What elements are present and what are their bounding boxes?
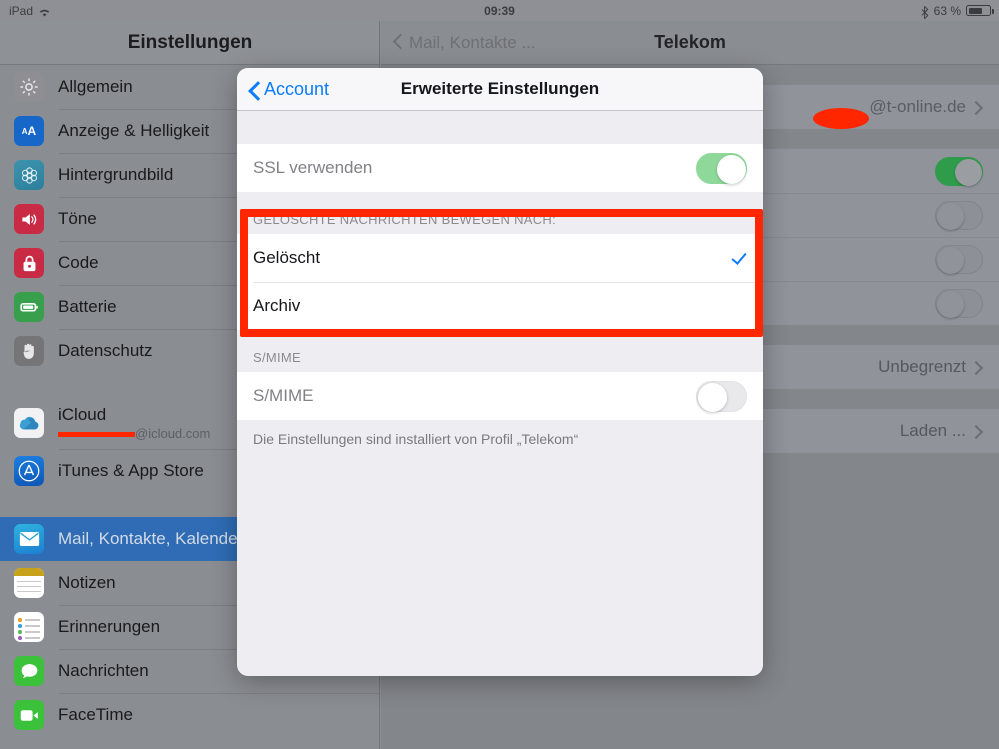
icloud-icon [14,408,44,438]
smime-label: S/MIME [253,386,314,405]
sidebar-item-label: Anzeige & Helligkeit [58,121,210,140]
detail-account-email-suffix: @t-online.de [869,97,966,116]
detail-value: Laden ... [899,421,966,440]
modal-top-spacer [237,111,763,144]
sidebar-item-sublabel: @icloud.com [58,426,210,441]
detail-value: Unbegrenzt [878,357,966,376]
sidebar-title: Einstellungen [127,31,253,53]
option-row-geloescht[interactable]: Gelöscht [237,234,763,282]
detail-nav-bar: Mail, Kontakte ... Telekom [381,21,999,65]
app-store-icon [14,456,44,486]
clock: 09:39 [484,3,515,18]
chevron-right-icon [974,360,983,375]
deleted-messages-options: Gelöscht Archiv [237,234,763,330]
sidebar-item-label: Nachrichten [58,661,149,680]
checkmark-icon [731,250,747,266]
sidebar-item-label: Notizen [58,573,116,592]
chevron-right-icon [974,100,983,115]
modal-nav-bar: Account Erweiterte Einstellungen [237,68,763,111]
redaction-oval [813,108,870,129]
detail-toggle[interactable] [935,200,983,230]
mail-icon [14,524,44,554]
facetime-icon [14,700,44,730]
sidebar-item-label: Hintergrundbild [58,165,174,184]
status-bar: iPad 09:39 63 % [0,0,999,21]
sidebar-nav-bar: Einstellungen [0,21,379,65]
option-label: Archiv [253,296,301,315]
battery-percent-label: 63 % [933,3,961,18]
sidebar-item-label: iTunes & App Store [58,461,204,480]
detail-toggle[interactable] [935,244,983,274]
sidebar-item-icloud-text: iCloud @icloud.com [58,405,210,441]
text-size-icon: AA [14,116,44,146]
modal-title: Erweiterte Einstellungen [400,79,600,98]
chevron-right-icon [974,424,983,439]
modal-ssl-group: SSL verwenden [237,144,763,192]
speaker-icon [14,204,44,234]
sidebar-item-label: Batterie [58,297,117,316]
sidebar-item-facetime[interactable]: FaceTime [0,693,379,737]
wallpaper-icon [14,160,44,190]
sidebar-item-label: FaceTime [58,705,133,724]
detail-toggle[interactable] [935,288,983,318]
ssl-row[interactable]: SSL verwenden [237,144,763,192]
detail-toggle[interactable] [935,156,983,186]
sidebar-item-label: Allgemein [58,77,133,96]
smime-group: S/MIME [237,372,763,420]
icloud-email-suffix: @icloud.com [135,426,211,441]
redaction-bar [58,432,135,437]
advanced-settings-modal: Account Erweiterte Einstellungen SSL ver… [237,68,763,676]
smime-toggle[interactable] [696,380,747,412]
ssl-label: SSL verwenden [253,158,373,177]
deleted-messages-section-header: GELÖSCHTE NACHRICHTEN BEWEGEN NACH: [237,192,763,234]
battery-icon [966,5,994,16]
hand-icon [14,336,44,366]
sidebar-item-label: Töne [58,209,97,228]
reminders-icon [14,612,44,642]
bluetooth-icon [921,4,929,20]
sidebar-item-label: Datenschutz [58,341,153,360]
option-row-archiv[interactable]: Archiv [237,282,763,330]
battery-icon [14,292,44,322]
sidebar-item-label: Code [58,253,99,272]
option-label: Gelöscht [253,248,321,267]
gear-icon [14,72,44,102]
modal-footer-note: Die Einstellungen sind installiert von P… [237,420,763,449]
smime-row[interactable]: S/MIME [237,372,763,420]
notes-icon [14,568,44,598]
sidebar-item-label: Erinnerungen [58,617,161,636]
ipad-settings-screen: iPad 09:39 63 % Einstellungen Allgemein [0,0,999,749]
sidebar-item-label: Mail, Kontakte, Kalender [58,529,244,548]
status-bar-right: 63 % [921,3,994,20]
detail-account-email: @t-online.de [781,97,966,129]
messages-icon [14,656,44,686]
detail-title: Telekom [654,32,726,52]
smime-section-header: S/MIME [237,330,763,372]
lock-icon [14,248,44,278]
ssl-toggle[interactable] [696,152,747,184]
sidebar-item-label: iCloud [58,405,107,424]
